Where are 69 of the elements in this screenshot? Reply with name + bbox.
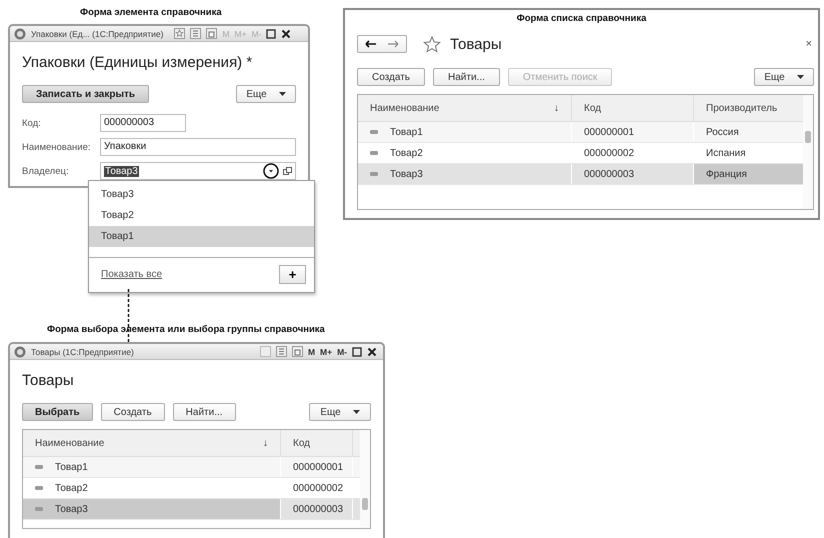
item-icon	[35, 465, 43, 469]
memory-button[interactable]: M-	[337, 346, 347, 356]
table-cell: 000000002	[572, 143, 694, 163]
toolbar-button[interactable]: Выбрать	[22, 403, 93, 421]
caret-icon	[278, 92, 286, 96]
toolbar-button[interactable]: Найти...	[172, 403, 236, 421]
add-button[interactable]: +	[279, 265, 306, 284]
table-cell: Товар1	[23, 457, 281, 477]
column-header[interactable]: Наименование ↓	[23, 430, 281, 456]
window-title: Товары (1С:Предприятие)	[31, 346, 134, 356]
form-heading: Товары	[22, 372, 75, 389]
table-cell: Товар3	[358, 164, 572, 184]
logo-icon	[14, 346, 26, 358]
dropdown-caret-icon[interactable]	[263, 163, 279, 179]
toolbar-button[interactable]: Найти...	[433, 68, 500, 86]
column-header[interactable]: Код	[572, 95, 694, 121]
open-window-icon[interactable]	[283, 166, 292, 176]
table-cell: 000000002	[281, 478, 353, 498]
item-icon	[35, 486, 43, 490]
table-cell: Товар2	[23, 478, 281, 498]
item-icon	[370, 151, 378, 155]
table-cell: Товар2	[358, 143, 572, 163]
caret-icon	[352, 410, 360, 414]
memory-button[interactable]: M+	[320, 346, 332, 356]
form-heading: Упаковки (Единицы измерения) *	[22, 54, 254, 71]
item-icon	[35, 507, 43, 511]
more-button[interactable]: Еще	[309, 403, 371, 421]
input-field[interactable]: Упаковки	[100, 138, 296, 156]
dropdown-item[interactable]: Товар3	[89, 184, 314, 205]
table-cell: Товар3	[23, 499, 281, 519]
toolbar-button[interactable]: Создать	[100, 403, 165, 421]
window-title: Упаковки (Ед... (1С:Предприятие)	[31, 28, 164, 38]
dropdown-item[interactable]: Товар1	[89, 226, 314, 247]
maximize-icon[interactable]	[266, 28, 276, 38]
item-icon	[370, 130, 378, 134]
dropdown-item[interactable]: Товар2	[89, 205, 314, 226]
table-cell: 000000003	[281, 499, 353, 519]
column-header[interactable]: Наименование ↓	[358, 95, 572, 121]
selected-text: Товар3	[104, 166, 139, 176]
figure-caption: Форма списка справочника	[516, 13, 648, 24]
scrollbar[interactable]	[360, 430, 370, 528]
scrollbar[interactable]	[803, 95, 813, 209]
owner-select-field[interactable]: Товар3	[100, 162, 296, 180]
figure-caption: Форма элемента справочника	[80, 7, 222, 18]
column-header[interactable]: Код	[281, 430, 353, 456]
field-label: Код:	[22, 118, 42, 128]
field-label: Владелец:	[22, 166, 70, 176]
maximize-icon[interactable]	[352, 346, 362, 356]
save-close-button[interactable]: Записать и закрыть	[22, 85, 149, 103]
more-button[interactable]: Еще	[754, 68, 814, 86]
logo-icon	[14, 28, 26, 40]
close-icon[interactable]	[281, 28, 292, 38]
item-icon	[370, 172, 378, 176]
close-icon[interactable]	[367, 346, 377, 356]
close-button[interactable]: ×	[806, 38, 812, 50]
field-label: Наименование:	[22, 142, 92, 152]
list-title: Товары	[450, 36, 502, 52]
back-arrow-icon[interactable]	[365, 40, 377, 48]
table-cell: Товар1	[358, 122, 572, 142]
caret-icon	[796, 75, 804, 79]
toolbar-button[interactable]: Создать	[357, 68, 426, 86]
input-field[interactable]: 000000003	[100, 114, 186, 132]
memory-button[interactable]: M	[308, 346, 316, 356]
figure-caption: Форма выбора элемента или выбора группы справочника	[47, 324, 325, 335]
table-cell: 000000001	[281, 457, 353, 477]
show-all-link[interactable]: Показать все	[101, 269, 162, 280]
forward-arrow-icon[interactable]	[387, 40, 399, 48]
more-button[interactable]: Еще	[236, 85, 296, 103]
table-cell: 000000001	[572, 122, 694, 142]
